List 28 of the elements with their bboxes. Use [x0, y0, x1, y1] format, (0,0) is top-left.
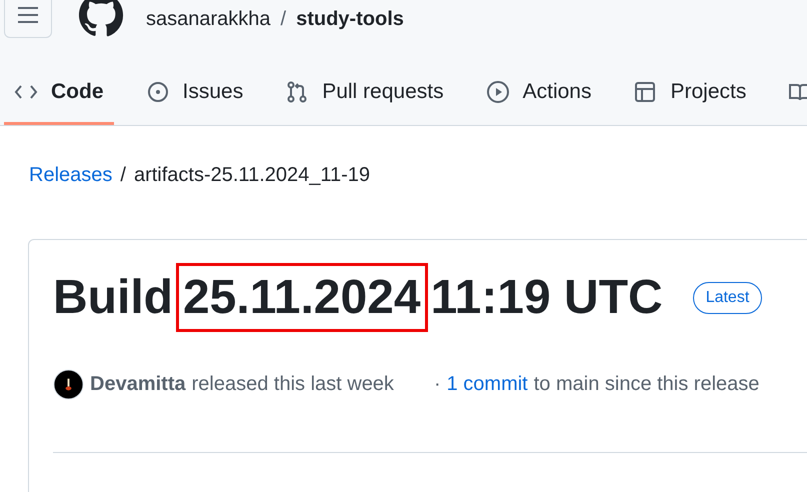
author-link[interactable]: Devamitta	[90, 373, 186, 396]
release-meta: released this last week	[192, 373, 394, 396]
release-tag: artifacts-25.11.2024_11-19	[134, 164, 370, 187]
breadcrumb-separator: /	[120, 164, 126, 187]
path-separator: /	[280, 8, 286, 30]
menu-icon	[17, 6, 39, 24]
latest-badge: Latest	[692, 282, 762, 314]
issue-icon	[146, 80, 170, 104]
repo-link[interactable]: study-tools	[296, 8, 404, 30]
table-icon	[633, 80, 658, 104]
repo-tab[interactable]: Code	[4, 62, 114, 125]
separator-dot: ·	[434, 373, 441, 396]
repo-tab[interactable]: Actions	[476, 62, 602, 125]
repo-tab[interactable]: Pull requests	[275, 62, 454, 125]
release-title: 11:19 UTC	[430, 270, 663, 325]
repo-tab[interactable]: Projects	[623, 62, 756, 125]
pull-icon	[285, 80, 310, 104]
avatar-icon	[53, 369, 84, 400]
commits-link[interactable]: 1 commit	[446, 373, 528, 396]
octocat-logo-icon[interactable]	[78, 0, 124, 38]
commits-text: to main since this release	[534, 373, 760, 396]
highlighted-title-date: 25.11.2024	[178, 266, 425, 329]
releases-link[interactable]: Releases	[29, 164, 112, 187]
release-title: Build	[53, 270, 173, 325]
repo-tab[interactable]: Issues	[136, 62, 254, 125]
play-icon	[486, 80, 510, 104]
menu-button[interactable]	[4, 0, 52, 38]
owner-link[interactable]: sasanarakkha	[146, 8, 271, 30]
